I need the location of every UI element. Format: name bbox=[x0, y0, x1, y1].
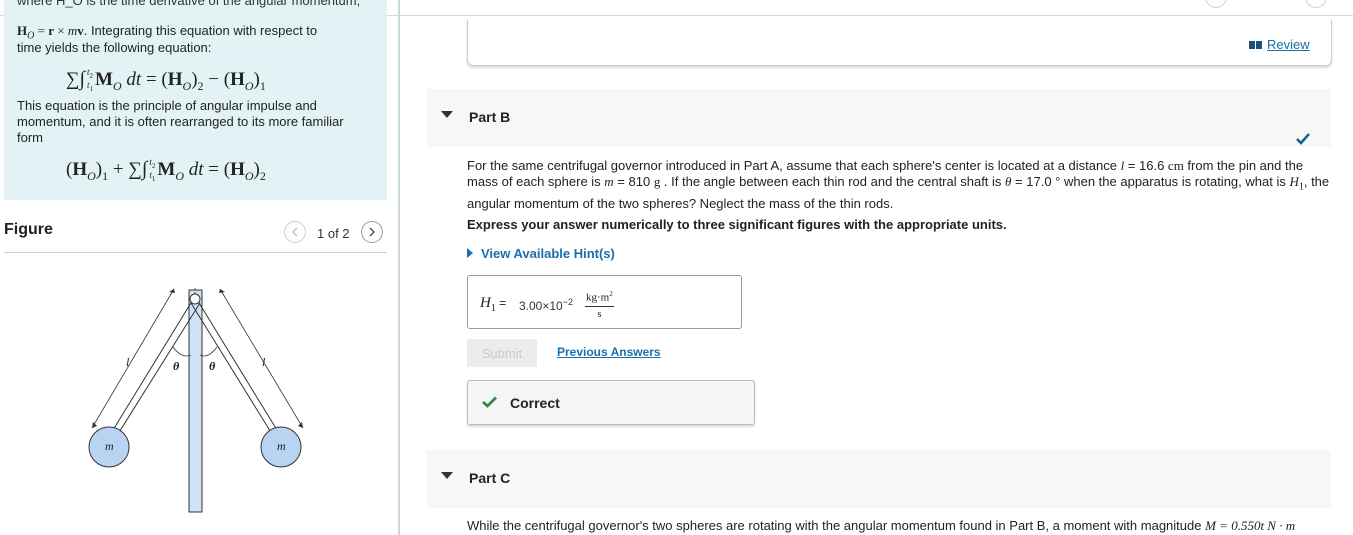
dimension-l-left bbox=[91, 288, 175, 429]
toolbar-button-edge[interactable] bbox=[1305, 0, 1327, 8]
label-m-right: m bbox=[277, 439, 286, 453]
chevron-right-icon bbox=[369, 227, 375, 237]
correct-feedback: Correct bbox=[467, 380, 755, 425]
figure-title: Figure bbox=[4, 221, 53, 238]
part-c-header[interactable]: Part C bbox=[427, 450, 1331, 508]
part-b-header[interactable]: Part B bbox=[427, 89, 1331, 147]
impulse-equation: ∑∫ t2 t1 MO dt = (HO)2 − (HO)1 bbox=[66, 67, 266, 93]
figure-pager: 1 of 2 bbox=[317, 226, 350, 241]
label-l-left: l bbox=[126, 355, 130, 369]
answer-instruction: Express your answer numerically to three… bbox=[467, 217, 1007, 232]
review-link[interactable]: Review bbox=[1249, 37, 1310, 52]
intro-para2: This equation is the principle of angula… bbox=[17, 98, 344, 145]
checkmark-icon bbox=[1296, 133, 1310, 145]
review-label: Review bbox=[1267, 37, 1310, 52]
previous-figure-button[interactable] bbox=[284, 221, 306, 243]
label-theta-left: θ bbox=[173, 359, 180, 373]
governor-figure: l l θ θ m m bbox=[88, 288, 304, 513]
part-c-title: Part C bbox=[469, 470, 511, 486]
correct-label: Correct bbox=[510, 395, 560, 411]
answer-value: 3.00×10−2 bbox=[519, 297, 573, 313]
part-b-title: Part B bbox=[469, 109, 511, 125]
intro-box: where Ḣ_O is the time derivative of the … bbox=[4, 0, 387, 200]
label-m-left: m bbox=[105, 439, 114, 453]
toolbar-button-edge[interactable] bbox=[1205, 0, 1227, 8]
next-figure-button[interactable] bbox=[361, 221, 383, 243]
intro-cut-line: where Ḣ_O is the time derivative of the … bbox=[17, 0, 361, 8]
part-b-problem: For the same centrifugal governor introd… bbox=[467, 158, 1330, 211]
hint-label: View Available Hint(s) bbox=[481, 246, 615, 261]
answer-field[interactable]: H1 = 3.00×10−2 kg·m2 s bbox=[467, 275, 742, 329]
label-theta-right: θ bbox=[209, 359, 216, 373]
view-hints-link[interactable]: View Available Hint(s) bbox=[467, 246, 615, 261]
caret-down-icon bbox=[441, 472, 453, 479]
submit-button[interactable]: Submit bbox=[467, 339, 537, 367]
book-icon bbox=[1249, 40, 1262, 49]
momentum-equation: (HO)1 + ∑∫ t2 t1 MO dt = (HO)2 bbox=[66, 157, 266, 183]
left-panel: where Ḣ_O is the time derivative of the … bbox=[0, 0, 400, 535]
answer-unit: kg·m2 s bbox=[585, 290, 614, 320]
intro-line2: time yields the following equation: bbox=[17, 40, 212, 55]
part-c-text: While the centrifugal governor's two sph… bbox=[467, 518, 1296, 533]
label-l-right: l bbox=[262, 355, 266, 369]
check-icon bbox=[482, 396, 497, 408]
caret-down-icon bbox=[441, 111, 453, 118]
chevron-left-icon bbox=[292, 227, 298, 237]
previous-answers-link[interactable]: Previous Answers bbox=[557, 345, 661, 359]
pin bbox=[189, 293, 201, 305]
caret-right-icon bbox=[467, 248, 473, 258]
figure-header: Figure 1 of 2 bbox=[4, 219, 387, 253]
answer-variable: H1 = bbox=[480, 295, 507, 314]
part-a-bottom-edge bbox=[467, 20, 1332, 66]
